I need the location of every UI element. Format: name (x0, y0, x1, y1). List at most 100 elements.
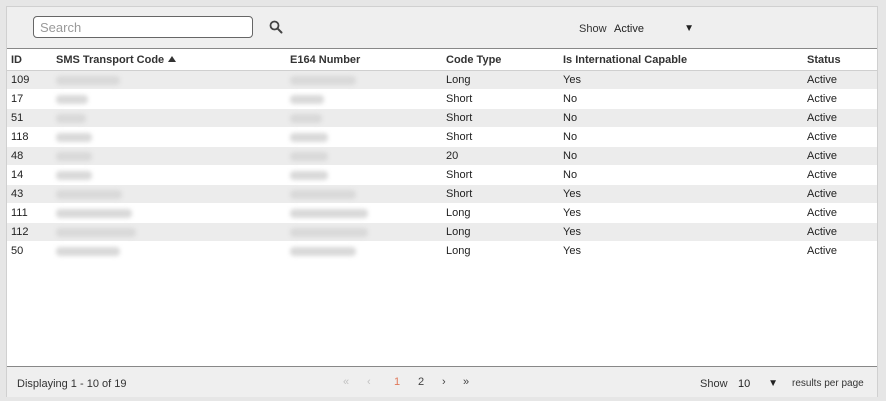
cell-code-type: Short (442, 89, 559, 109)
cell-id: 50 (7, 241, 52, 261)
results-per-page-label: Show (700, 378, 728, 390)
column-header-sms-transport-code[interactable]: SMS Transport Code (52, 49, 286, 71)
sort-ascending-icon (168, 55, 177, 62)
redacted-value (290, 189, 356, 199)
toolbar: Show Active ▼ (7, 7, 877, 49)
search-input[interactable] (33, 16, 253, 38)
redacted-value (56, 132, 92, 142)
table-row[interactable]: 112 Long Yes Active (7, 222, 877, 242)
table-row[interactable]: 51 Short No Active (7, 108, 877, 128)
sms-transport-table: ID SMS Transport Code E164 Number Code T… (7, 49, 877, 261)
redacted-value (290, 132, 328, 142)
redacted-value (56, 208, 132, 218)
column-header-label: SMS Transport Code (56, 53, 165, 66)
cell-international-capable: No (559, 108, 803, 128)
cell-status: Active (803, 222, 877, 242)
cell-e164-number (286, 184, 442, 204)
table-row[interactable]: 111 Long Yes Active (7, 203, 877, 223)
cell-code-type: Short (442, 108, 559, 128)
redacted-value (56, 227, 136, 237)
column-header-status[interactable]: Status (803, 49, 877, 71)
redacted-value (56, 189, 122, 199)
status-filter-select[interactable]: Active ▼ (614, 23, 694, 37)
cell-id: 109 (7, 70, 52, 90)
cell-international-capable: No (559, 89, 803, 109)
data-grid-panel: Show Active ▼ ID SMS Transport Code E164… (6, 6, 878, 397)
column-header-is-international-capable[interactable]: Is International Capable (559, 49, 803, 71)
cell-code-type: Long (442, 203, 559, 223)
cell-id: 51 (7, 108, 52, 128)
redacted-value (290, 246, 356, 256)
page-link-1[interactable]: 1 (394, 376, 400, 388)
cell-sms-transport-code (52, 146, 286, 166)
cell-sms-transport-code (52, 241, 286, 261)
column-header-id[interactable]: ID (7, 49, 52, 71)
page-link-2[interactable]: 2 (418, 376, 424, 388)
cell-code-type: Long (442, 70, 559, 90)
cell-id: 48 (7, 146, 52, 166)
cell-e164-number (286, 165, 442, 185)
redacted-value (56, 94, 88, 104)
double-chevron-right-icon[interactable]: » (463, 376, 469, 388)
cell-sms-transport-code (52, 165, 286, 185)
table-header-row: ID SMS Transport Code E164 Number Code T… (7, 49, 877, 71)
cell-status: Active (803, 165, 877, 185)
cell-status: Active (803, 146, 877, 166)
cell-code-type: Short (442, 127, 559, 147)
cell-status: Active (803, 108, 877, 128)
redacted-value (290, 94, 324, 104)
cell-e164-number (286, 203, 442, 223)
cell-status: Active (803, 127, 877, 147)
search-icon[interactable] (269, 20, 283, 34)
status-filter-value: Active (614, 23, 644, 35)
cell-code-type: 20 (442, 146, 559, 166)
status-filter-label: Show (579, 23, 607, 35)
cell-status: Active (803, 184, 877, 204)
chevron-left-icon[interactable]: ‹ (367, 376, 371, 388)
column-header-e164-number[interactable]: E164 Number (286, 49, 442, 71)
cell-status: Active (803, 203, 877, 223)
cell-status: Active (803, 89, 877, 109)
cell-international-capable: No (559, 127, 803, 147)
redacted-value (290, 113, 322, 123)
dropdown-caret-icon: ▼ (684, 23, 694, 34)
redacted-value (290, 151, 328, 161)
cell-international-capable: No (559, 146, 803, 166)
dropdown-caret-icon: ▼ (768, 378, 778, 389)
cell-international-capable: Yes (559, 203, 803, 223)
table-row[interactable]: 118 Short No Active (7, 127, 877, 147)
table-row[interactable]: 17 Short No Active (7, 89, 877, 109)
cell-status: Active (803, 241, 877, 261)
table-row[interactable]: 48 20 No Active (7, 146, 877, 166)
pagination-footer: Displaying 1 - 10 of 19 « ‹ 1 2 › » Show… (7, 366, 877, 397)
chevron-right-icon[interactable]: › (442, 376, 446, 388)
results-per-page-suffix: results per page (792, 378, 864, 389)
cell-id: 111 (7, 203, 52, 223)
cell-id: 17 (7, 89, 52, 109)
cell-international-capable: Yes (559, 184, 803, 204)
table-row[interactable]: 109 Long Yes Active (7, 70, 877, 90)
cell-international-capable: Yes (559, 241, 803, 261)
table-row[interactable]: 14 Short No Active (7, 165, 877, 185)
cell-sms-transport-code (52, 127, 286, 147)
table-row[interactable]: 50 Long Yes Active (7, 241, 877, 261)
cell-e164-number (286, 222, 442, 242)
double-chevron-left-icon[interactable]: « (343, 376, 349, 388)
redacted-value (56, 170, 92, 180)
cell-e164-number (286, 70, 442, 90)
results-per-page-select[interactable]: 10 ▼ (738, 378, 778, 392)
redacted-value (290, 170, 328, 180)
redacted-value (56, 75, 120, 85)
cell-sms-transport-code (52, 70, 286, 90)
cell-code-type: Short (442, 184, 559, 204)
cell-e164-number (286, 127, 442, 147)
table-row[interactable]: 43 Short Yes Active (7, 184, 877, 204)
cell-sms-transport-code (52, 203, 286, 223)
cell-id: 112 (7, 222, 52, 242)
cell-sms-transport-code (52, 222, 286, 242)
column-header-code-type[interactable]: Code Type (442, 49, 559, 71)
redacted-value (290, 208, 368, 218)
redacted-value (56, 113, 86, 123)
cell-e164-number (286, 241, 442, 261)
cell-international-capable: No (559, 165, 803, 185)
